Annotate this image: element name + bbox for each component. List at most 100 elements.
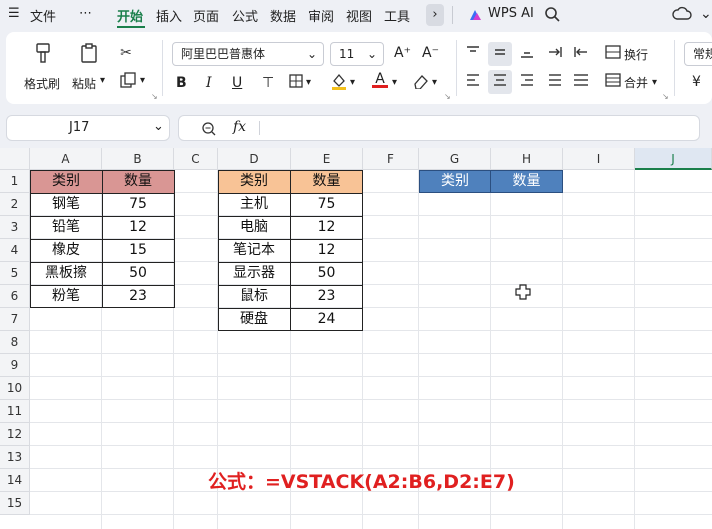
align-bottom-icon[interactable] <box>518 45 536 64</box>
distribute-icon[interactable] <box>572 73 590 92</box>
column-header-I[interactable]: I <box>563 148 635 170</box>
underline-button[interactable]: U <box>232 75 242 91</box>
column-header-B[interactable]: B <box>102 148 174 170</box>
column-header-E[interactable]: E <box>291 148 363 170</box>
indent-icon[interactable] <box>546 45 564 64</box>
scissors-icon[interactable]: ✂ <box>116 44 136 62</box>
table-2: 类别 数量 主机 75 电脑 12 笔记本 12 显示器 50 鼠标 23 硬盘 24 <box>218 170 363 331</box>
menu-view[interactable]: 视图 <box>346 6 372 25</box>
file-icon[interactable]: ☰ <box>8 6 20 21</box>
column-header-G[interactable]: G <box>419 148 491 170</box>
column-header-A[interactable]: A <box>30 148 102 170</box>
row-header-5[interactable]: 5 <box>0 262 30 285</box>
column-header-D[interactable]: D <box>218 148 291 170</box>
menu-home[interactable]: 开始 <box>117 6 143 25</box>
font-color-icon[interactable]: A <box>372 71 388 88</box>
copy-icon[interactable] <box>118 72 138 93</box>
table3-header-quantity[interactable]: 数量 <box>491 171 562 192</box>
chevron-down-icon[interactable]: ▾ <box>140 75 145 86</box>
format-painter-label[interactable]: 格式刷 <box>24 75 60 92</box>
chevron-down-icon: ⌄ <box>366 47 377 61</box>
chevron-down-icon[interactable]: ▾ <box>350 77 355 88</box>
name-box[interactable]: J17 ⌄ <box>6 115 170 141</box>
number-format-select[interactable]: 常规 <box>684 42 712 66</box>
align-middle-icon[interactable] <box>491 45 509 64</box>
dialog-launcher-icon[interactable]: ↘ <box>151 92 158 101</box>
bold-button[interactable]: B <box>176 75 187 91</box>
table3-header-category[interactable]: 类别 <box>420 171 491 192</box>
justify-icon[interactable] <box>546 73 564 92</box>
row-header-10[interactable]: 10 <box>0 377 30 400</box>
menu-file[interactable]: 文件 <box>30 6 56 25</box>
chevron-down-icon[interactable]: ▾ <box>432 77 437 88</box>
row-header-13[interactable]: 13 <box>0 446 30 469</box>
fx-icon[interactable]: fx <box>233 119 246 135</box>
row-header-7[interactable]: 7 <box>0 308 30 331</box>
merge-label[interactable]: 合并 <box>624 74 648 91</box>
column-header-H[interactable]: H <box>491 148 563 170</box>
chevron-down-icon[interactable]: ⌄ <box>153 119 164 134</box>
column-header-J[interactable]: J <box>635 148 712 170</box>
format-painter-icon[interactable] <box>32 42 54 69</box>
search-icon[interactable] <box>544 6 560 26</box>
currency-icon[interactable]: ¥ <box>692 74 701 90</box>
row-header-6[interactable]: 6 <box>0 285 30 308</box>
dialog-launcher-icon[interactable]: ↘ <box>444 92 451 101</box>
row-header-11[interactable]: 11 <box>0 400 30 423</box>
row-header-12[interactable]: 12 <box>0 423 30 446</box>
row-header-2[interactable]: 2 <box>0 193 30 216</box>
row-header-3[interactable]: 3 <box>0 216 30 239</box>
wps-ai-button[interactable]: WPS AI <box>488 6 534 21</box>
shrink-font-icon[interactable]: A⁻ <box>422 45 439 61</box>
gridline-h <box>30 514 712 515</box>
chevron-down-icon[interactable]: ⌄ <box>700 6 712 22</box>
chevron-down-icon[interactable]: ▾ <box>306 77 311 88</box>
row-header-14[interactable]: 14 <box>0 469 30 492</box>
menu-tools[interactable]: 工具 <box>384 6 410 25</box>
row-header-9[interactable]: 9 <box>0 354 30 377</box>
eraser-icon[interactable] <box>412 73 430 94</box>
chevron-down-icon[interactable]: ▾ <box>392 77 397 88</box>
strikethrough-icon[interactable]: ⊤ <box>262 75 274 91</box>
row-header-8[interactable]: 8 <box>0 331 30 354</box>
outdent-icon[interactable] <box>572 45 590 64</box>
italic-button[interactable]: I <box>206 75 212 91</box>
wrap-text-icon[interactable] <box>604 45 622 64</box>
dialog-launcher-icon[interactable]: ↘ <box>662 92 669 101</box>
paste-label[interactable]: 粘贴 <box>72 75 96 92</box>
border-icon[interactable] <box>288 74 304 93</box>
menu-more[interactable]: ⋯ <box>79 6 92 21</box>
row-header-4[interactable]: 4 <box>0 239 30 262</box>
menu-review[interactable]: 审阅 <box>308 6 334 25</box>
cell-reference: J17 <box>69 120 90 135</box>
select-all-corner[interactable] <box>0 148 30 170</box>
font-size-select[interactable]: 11 ⌄ <box>330 42 384 66</box>
spreadsheet-grid[interactable]: ABCDEFGHIJ 1 2 3 4 5 6 7 8 9 10 11 12 13 14 15 类别 数量 钢… <box>0 148 712 529</box>
column-header-F[interactable]: F <box>363 148 419 170</box>
column-header-C[interactable]: C <box>174 148 218 170</box>
cloud-icon[interactable] <box>672 6 692 26</box>
align-top-icon[interactable] <box>464 45 482 64</box>
formula-bar[interactable]: fx <box>178 115 700 141</box>
align-left-icon[interactable] <box>464 73 482 92</box>
font-name-select[interactable]: 阿里巴巴普惠体 ⌄ <box>172 42 324 66</box>
menu-formula[interactable]: 公式 <box>232 6 258 25</box>
menu-page[interactable]: 页面 <box>193 6 219 25</box>
chevron-down-icon[interactable]: ▾ <box>100 75 105 86</box>
row-header-1[interactable]: 1 <box>0 170 30 193</box>
merge-cells-icon[interactable] <box>604 73 622 92</box>
wrap-text-label[interactable]: 换行 <box>624 46 648 63</box>
menu-insert[interactable]: 插入 <box>156 6 182 25</box>
align-right-icon[interactable] <box>518 73 536 92</box>
menu-data[interactable]: 数据 <box>270 6 296 25</box>
gridline-h <box>30 330 712 331</box>
table-1: 类别 数量 钢笔 75 铅笔 12 橡皮 15 黑板擦 50 粉笔 23 <box>30 170 175 308</box>
chevron-right-icon[interactable]: › <box>426 4 444 26</box>
chevron-down-icon[interactable]: ▾ <box>652 77 657 88</box>
fill-color-icon[interactable] <box>330 72 348 95</box>
paste-icon[interactable] <box>78 42 100 69</box>
row-header-15[interactable]: 15 <box>0 492 30 515</box>
zoom-icon[interactable] <box>201 121 217 141</box>
grow-font-icon[interactable]: A⁺ <box>394 45 411 61</box>
align-center-icon[interactable] <box>491 73 509 92</box>
